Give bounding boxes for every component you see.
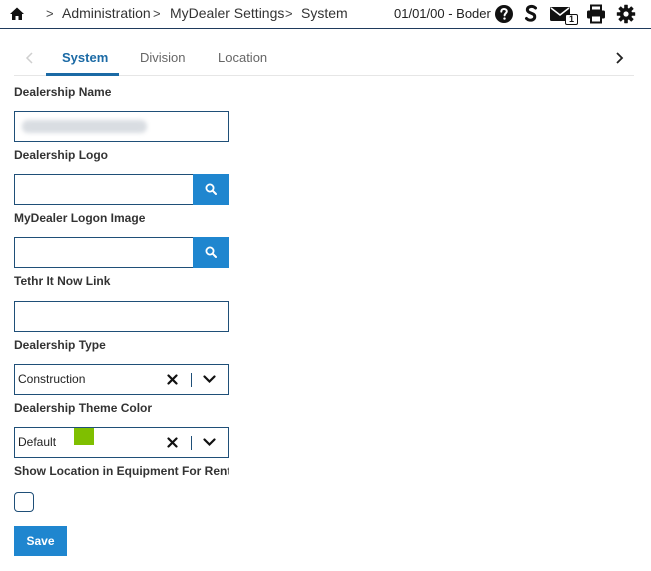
active-tab-indicator [46,73,119,76]
select-divider [191,373,192,387]
dealership-name-input[interactable] [14,111,229,142]
clear-icon[interactable] [167,374,178,385]
dealership-type-select[interactable]: Construction [14,364,229,395]
dealership-logo-search-button[interactable] [193,174,229,205]
chevron-right-icon[interactable] [613,51,625,65]
dealership-type-label: Dealership Type [14,338,106,352]
mail-count-badge: 1 [565,14,578,25]
dealership-name-label: Dealership Name [14,85,112,99]
breadcrumb-system: System [301,5,348,21]
print-icon[interactable] [586,4,606,24]
show-location-checkbox[interactable] [14,492,34,512]
logon-image-input[interactable] [14,237,193,268]
logon-image-label: MyDealer Logon Image [14,211,146,225]
home-icon[interactable] [9,6,25,22]
breadcrumb-separator: > [153,6,161,21]
search-icon [205,246,217,258]
search-icon [205,183,217,195]
show-location-label: Show Location in Equipment For Rent [14,464,229,478]
tab-division[interactable]: Division [140,50,186,65]
breadcrumb-mydealer-settings[interactable]: MyDealer Settings [170,5,284,21]
tethr-link-label: Tethr It Now Link [14,274,111,288]
gear-icon[interactable] [616,4,636,24]
clear-icon[interactable] [167,437,178,448]
help-icon[interactable] [494,4,514,24]
select-divider [191,436,192,450]
s-logo-icon[interactable] [522,4,540,24]
tab-bar: System Division Location [14,42,634,76]
dealership-logo-label: Dealership Logo [14,148,109,162]
chevron-down-icon[interactable] [203,375,216,384]
save-button[interactable]: Save [14,526,67,556]
chevron-down-icon[interactable] [203,438,216,447]
top-bar: > Administration > MyDealer Settings > S… [0,0,651,29]
dealership-type-value: Construction [18,372,86,386]
session-status: 01/01/00 - Boder [394,6,491,21]
breadcrumb-administration[interactable]: Administration [62,5,151,21]
tethr-link-input[interactable] [14,301,229,332]
redacted-value [22,120,147,133]
chevron-left-icon[interactable] [24,51,36,65]
dealership-logo-input[interactable] [14,174,193,205]
breadcrumb-separator: > [285,6,293,21]
tab-system[interactable]: System [62,50,108,65]
theme-color-value: Default [18,435,57,449]
logon-image-search-button[interactable] [193,237,229,268]
theme-color-select[interactable]: Default [14,427,229,458]
breadcrumb-separator: > [46,6,54,21]
theme-color-label: Dealership Theme Color [14,401,153,415]
theme-color-swatch [74,428,94,445]
tab-location[interactable]: Location [218,50,267,65]
